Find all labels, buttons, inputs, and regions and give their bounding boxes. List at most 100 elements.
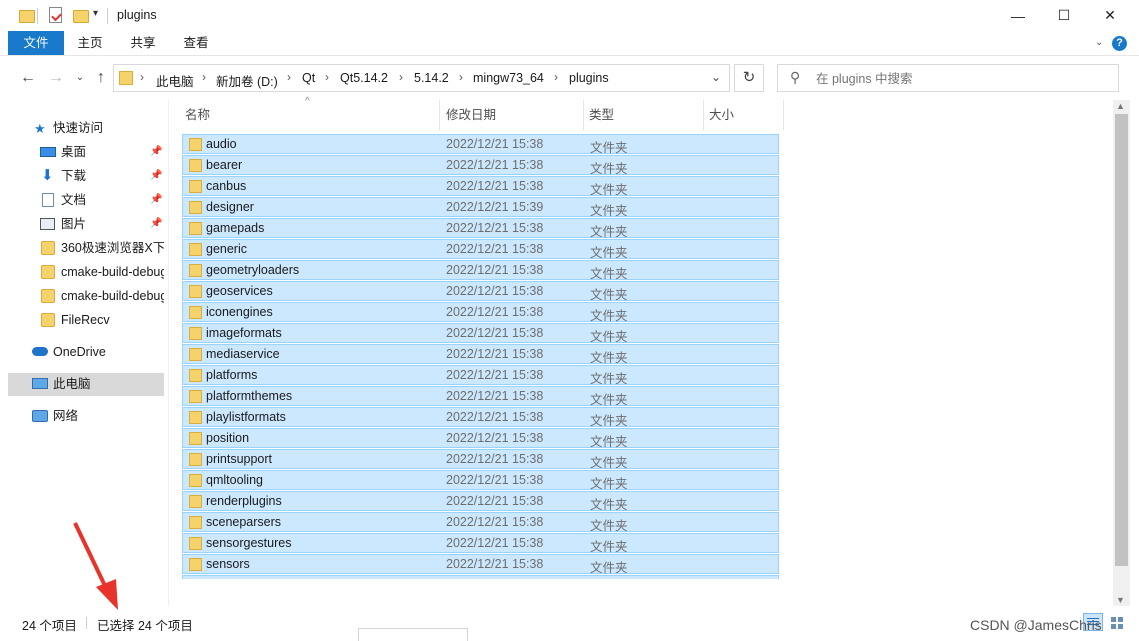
- scroll-up-icon[interactable]: ▲: [1116, 101, 1125, 111]
- table-row[interactable]: sensors 2022/12/21 15:38 文件夹: [182, 554, 779, 575]
- table-row[interactable]: renderplugins 2022/12/21 15:38 文件夹: [182, 491, 779, 512]
- file-name[interactable]: gamepads: [206, 221, 264, 235]
- crumb-qt[interactable]: Qt: [302, 71, 315, 85]
- table-row[interactable]: qmltooling 2022/12/21 15:38 文件夹: [182, 470, 779, 491]
- crumb-drive[interactable]: 新加卷 (D:): [216, 71, 278, 90]
- file-name[interactable]: qmltooling: [206, 473, 263, 487]
- file-name[interactable]: generic: [206, 242, 247, 256]
- file-name[interactable]: geometryloaders: [206, 263, 299, 277]
- chevron-right-icon: ›: [287, 70, 291, 84]
- table-row[interactable]: printsupport 2022/12/21 15:38 文件夹: [182, 449, 779, 470]
- crumb-qt5142[interactable]: Qt5.14.2: [340, 71, 388, 85]
- table-row[interactable]: geoservices 2022/12/21 15:38 文件夹: [182, 281, 779, 302]
- search-input[interactable]: [814, 69, 1108, 89]
- table-row[interactable]: designer 2022/12/21 15:39 文件夹: [182, 197, 779, 218]
- table-row[interactable]: generic 2022/12/21 15:38 文件夹: [182, 239, 779, 260]
- file-type: 文件夹: [590, 372, 628, 386]
- scroll-down-icon[interactable]: ▼: [1116, 595, 1125, 605]
- file-type: 文件夹: [590, 330, 628, 344]
- address-bar[interactable]: › 此电脑 › 新加卷 (D:) › Qt › Qt5.14.2 › 5.14.…: [113, 64, 730, 92]
- table-row[interactable]: bearer 2022/12/21 15:38 文件夹: [182, 155, 779, 176]
- file-name[interactable]: iconengines: [206, 305, 273, 319]
- table-row[interactable]: platformthemes 2022/12/21 15:38 文件夹: [182, 386, 779, 407]
- table-row[interactable]: audio 2022/12/21 15:38 文件夹: [182, 134, 779, 155]
- file-name[interactable]: bearer: [206, 158, 242, 172]
- customize-quick-access-icon[interactable]: ▾: [93, 8, 98, 19]
- file-name[interactable]: designer: [206, 200, 254, 214]
- table-row[interactable]: playlistformats 2022/12/21 15:38 文件夹: [182, 407, 779, 428]
- chevron-right-icon: ›: [459, 70, 463, 84]
- table-row[interactable]: styles 2022/12/21 15:38 文件夹: [182, 596, 779, 610]
- column-divider[interactable]: [703, 100, 704, 130]
- chevron-down-icon[interactable]: ⌄: [711, 70, 721, 84]
- file-date: 2022/12/21 15:38: [446, 263, 544, 277]
- help-icon[interactable]: ?: [1112, 36, 1127, 51]
- table-row[interactable]: sqldrivers 2022/12/21 15:38 文件夹: [182, 575, 779, 579]
- table-row[interactable]: imageformats 2022/12/21 15:38 文件夹: [182, 323, 779, 344]
- file-name[interactable]: position: [206, 431, 249, 445]
- file-name[interactable]: canbus: [206, 179, 246, 193]
- file-date: 2022/12/21 15:38: [446, 137, 544, 151]
- folder-icon[interactable]: [19, 10, 35, 23]
- crumb-5142[interactable]: 5.14.2: [414, 71, 449, 85]
- selection-count: 已选择 24 个项目: [97, 619, 193, 633]
- file-name[interactable]: sceneparsers: [206, 515, 281, 529]
- file-type: 文件夹: [590, 578, 628, 579]
- divider: [107, 8, 108, 24]
- table-row[interactable]: mediaservice 2022/12/21 15:38 文件夹: [182, 344, 779, 365]
- table-row[interactable]: position 2022/12/21 15:38 文件夹: [182, 428, 779, 449]
- maximize-button[interactable]: ☐: [1041, 0, 1087, 31]
- column-type[interactable]: 类型: [589, 100, 614, 130]
- refresh-button[interactable]: ↻: [734, 64, 764, 92]
- column-size[interactable]: 大小: [709, 100, 734, 130]
- file-name[interactable]: platformthemes: [206, 389, 292, 403]
- column-divider[interactable]: [439, 100, 440, 130]
- table-row[interactable]: gamepads 2022/12/21 15:38 文件夹: [182, 218, 779, 239]
- expand-ribbon-icon[interactable]: ⌄: [1095, 37, 1103, 48]
- large-icons-view-button[interactable]: [1108, 614, 1126, 630]
- file-name[interactable]: mediaservice: [206, 347, 280, 361]
- tab-file[interactable]: 文件: [8, 31, 64, 55]
- file-type: 文件夹: [590, 435, 628, 449]
- tab-share[interactable]: 共享: [123, 31, 163, 55]
- file-date: 2022/12/21 15:38: [446, 410, 544, 424]
- file-name[interactable]: sensorgestures: [206, 536, 291, 550]
- table-row[interactable]: sceneparsers 2022/12/21 15:38 文件夹: [182, 512, 779, 533]
- file-name[interactable]: platforms: [206, 368, 257, 382]
- forward-button[interactable]: →: [45, 66, 67, 90]
- file-name[interactable]: sensors: [206, 557, 250, 571]
- column-name[interactable]: 名称: [185, 100, 210, 130]
- file-name[interactable]: playlistformats: [206, 410, 286, 424]
- close-button[interactable]: ✕: [1087, 0, 1133, 31]
- tab-view[interactable]: 查看: [176, 31, 216, 55]
- file-name[interactable]: renderplugins: [206, 494, 282, 508]
- properties-icon[interactable]: [49, 7, 62, 23]
- table-row[interactable]: sensorgestures 2022/12/21 15:38 文件夹: [182, 533, 779, 554]
- file-name[interactable]: printsupport: [206, 452, 272, 466]
- crumb-this-pc[interactable]: 此电脑: [156, 71, 194, 90]
- table-row[interactable]: geometryloaders 2022/12/21 15:38 文件夹: [182, 260, 779, 281]
- file-name[interactable]: styles: [206, 599, 238, 610]
- up-button[interactable]: ↑: [90, 66, 112, 90]
- scrollbar-thumb[interactable]: [1115, 114, 1128, 566]
- file-type: 文件夹: [590, 141, 628, 155]
- table-row[interactable]: canbus 2022/12/21 15:38 文件夹: [182, 176, 779, 197]
- file-name[interactable]: audio: [206, 137, 237, 151]
- column-divider[interactable]: [783, 100, 784, 130]
- table-row[interactable]: iconengines 2022/12/21 15:38 文件夹: [182, 302, 779, 323]
- file-name[interactable]: sqldrivers: [206, 578, 260, 579]
- column-divider[interactable]: [583, 100, 584, 130]
- crumb-plugins[interactable]: plugins: [569, 71, 609, 85]
- crumb-mingw[interactable]: mingw73_64: [473, 71, 544, 85]
- file-name[interactable]: geoservices: [206, 284, 273, 298]
- window-title: plugins: [117, 8, 157, 22]
- tab-home[interactable]: 主页: [70, 31, 110, 55]
- file-name[interactable]: imageformats: [206, 326, 282, 340]
- column-date[interactable]: 修改日期: [446, 100, 496, 130]
- minimize-button[interactable]: —: [995, 0, 1041, 31]
- table-row[interactable]: platforms 2022/12/21 15:38 文件夹: [182, 365, 779, 386]
- new-folder-icon[interactable]: [73, 10, 89, 23]
- recent-locations-icon[interactable]: ⌄: [69, 66, 91, 90]
- back-button[interactable]: ←: [17, 66, 39, 90]
- search-box[interactable]: ⚲: [777, 64, 1119, 92]
